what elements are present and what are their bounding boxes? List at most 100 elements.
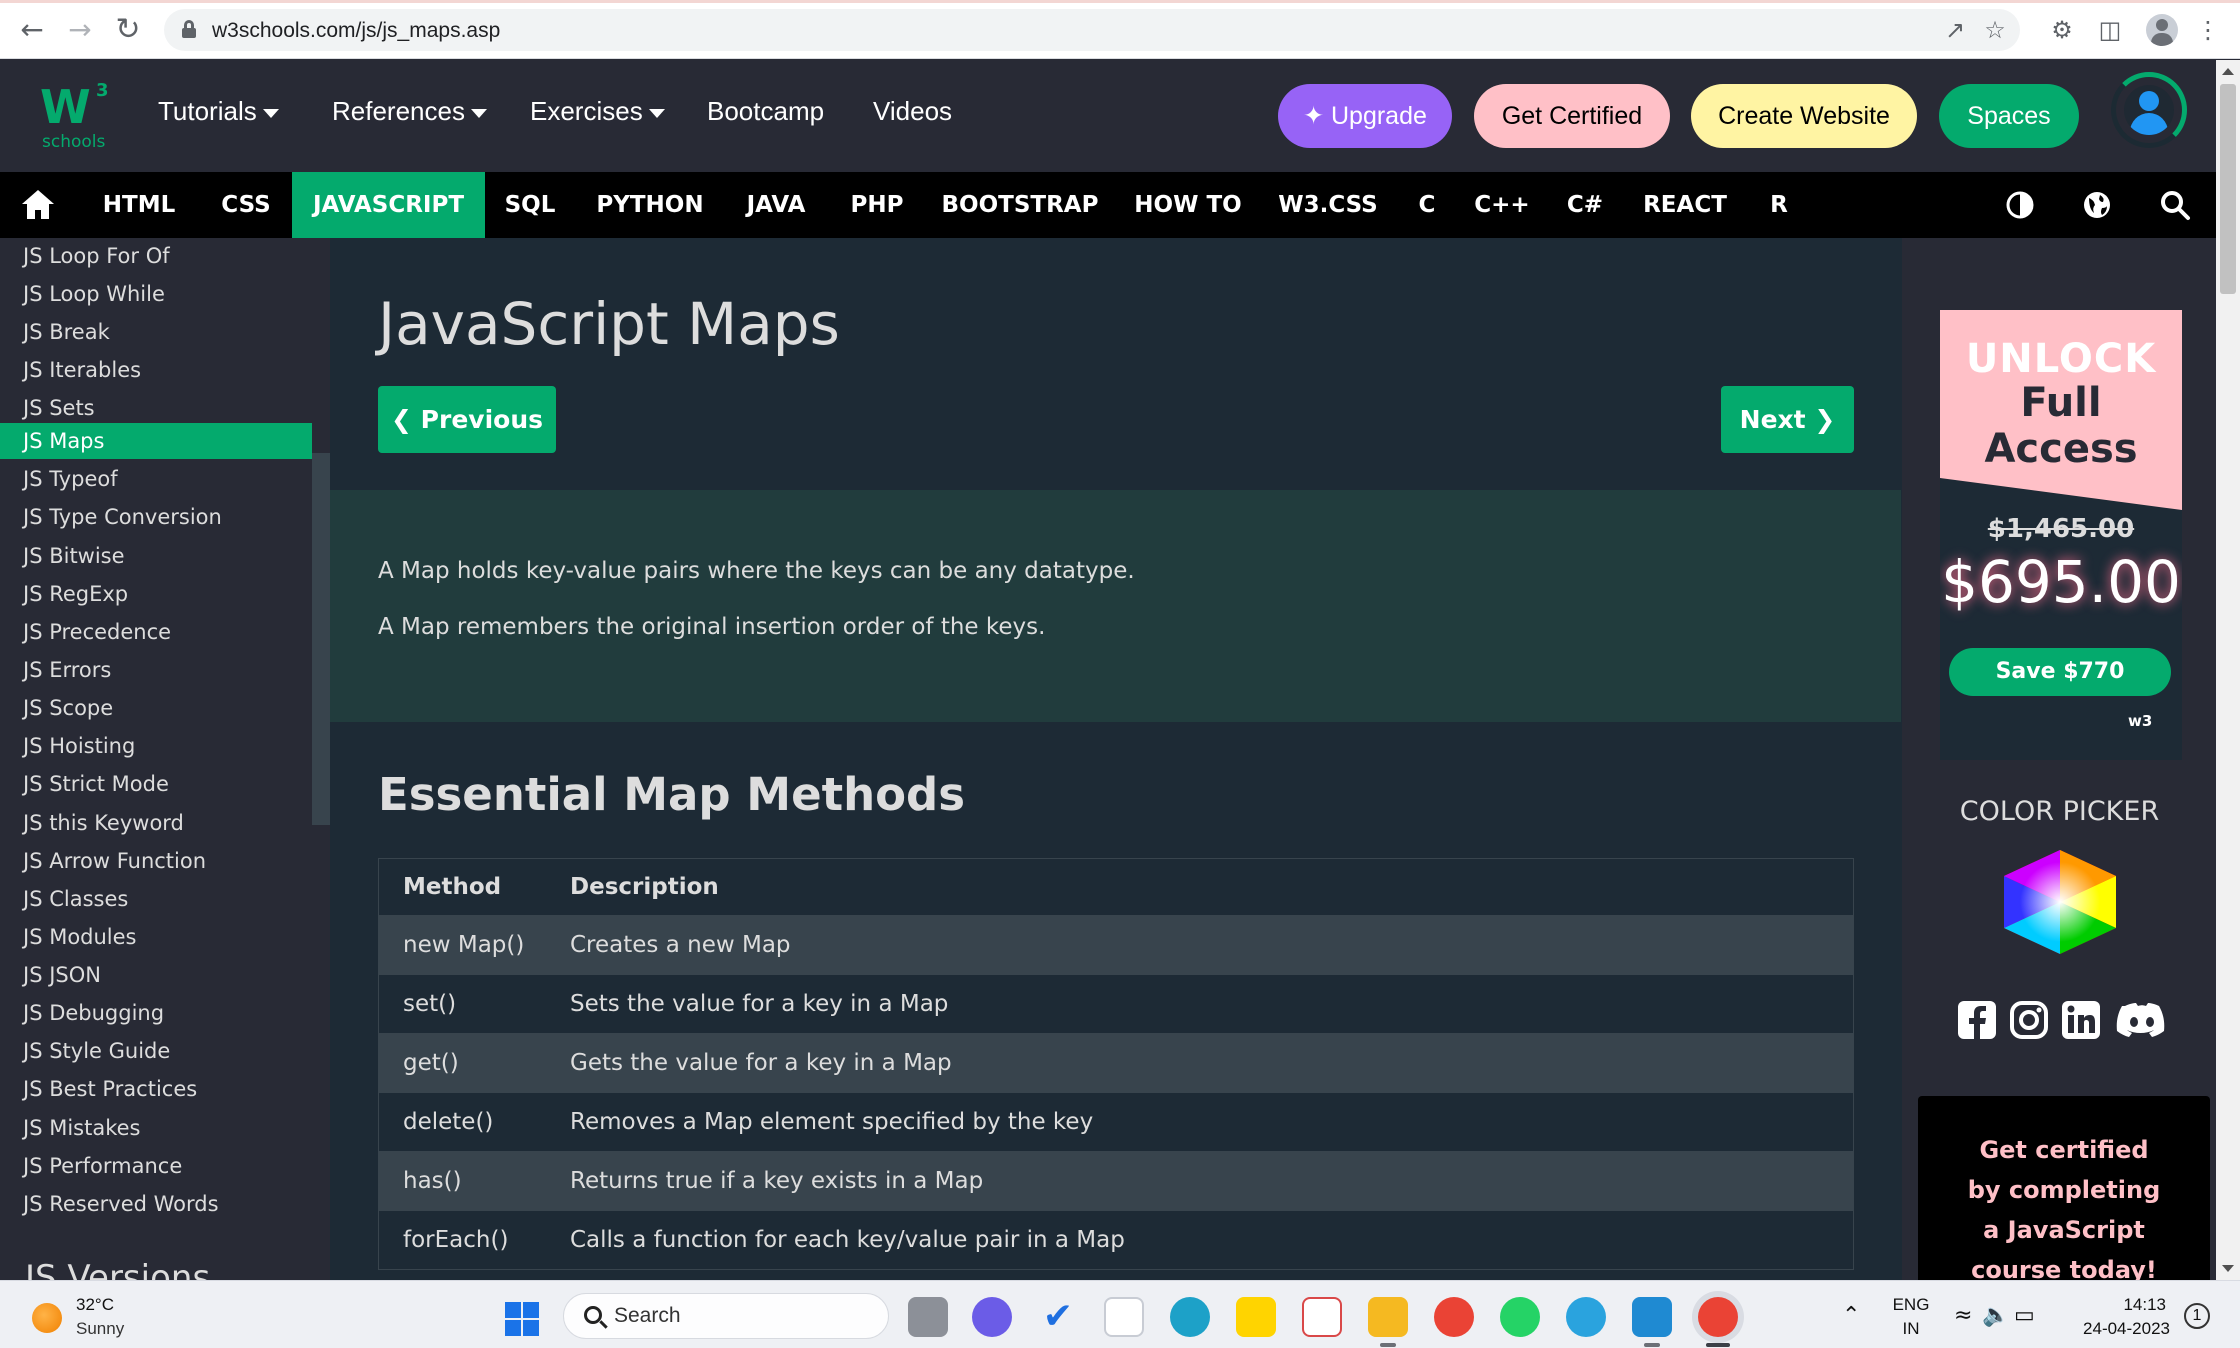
tab-java[interactable]: JAVA xyxy=(736,172,816,238)
w3schools-logo[interactable]: W 3 schools xyxy=(38,80,118,152)
forward-icon[interactable]: → xyxy=(64,14,96,46)
get-certified-button[interactable]: Get Certified xyxy=(1474,84,1670,148)
sidebar-item-style-guide[interactable]: JS Style Guide xyxy=(0,1033,312,1069)
vscode-icon[interactable] xyxy=(1632,1297,1672,1337)
chrome-profile-icon[interactable] xyxy=(1698,1297,1738,1337)
tab-react[interactable]: REACT xyxy=(1640,172,1730,238)
full-access-ad[interactable]: UNLOCK Full Access $1,465.00 $695.00 Sav… xyxy=(1940,310,2182,760)
tab-csharp[interactable]: C# xyxy=(1562,172,1608,238)
microsoft-store-icon[interactable] xyxy=(1104,1297,1144,1337)
sticky-notes-icon[interactable] xyxy=(1236,1297,1276,1337)
telegram-icon[interactable] xyxy=(1566,1297,1606,1337)
instagram-icon[interactable] xyxy=(2009,1000,2049,1040)
sidebar-item-bitwise[interactable]: JS Bitwise xyxy=(0,538,312,574)
input-region[interactable]: IN xyxy=(1890,1319,1932,1339)
browser-profile-avatar[interactable] xyxy=(2146,14,2178,46)
windows-start-icon[interactable] xyxy=(505,1302,539,1336)
task-view-icon[interactable] xyxy=(908,1297,948,1337)
reload-icon[interactable]: ↻ xyxy=(112,14,144,46)
linkedin-icon[interactable] xyxy=(2061,1000,2101,1040)
address-bar[interactable]: w3schools.com/js/js_maps.asp ↗ ☆ xyxy=(164,9,2020,51)
back-icon[interactable]: ← xyxy=(16,14,48,46)
sidebar-item-best-practices[interactable]: JS Best Practices xyxy=(0,1071,312,1107)
theme-toggle-icon[interactable] xyxy=(2003,188,2037,222)
sidebar-item-precedence[interactable]: JS Precedence xyxy=(0,614,312,650)
scroll-down-icon[interactable] xyxy=(2222,1265,2234,1272)
clock-date[interactable]: 24-04-2023 xyxy=(2066,1319,2170,1339)
sidebar-item-sets[interactable]: JS Sets xyxy=(0,390,312,426)
wifi-icon[interactable]: ≈ xyxy=(1954,1303,1972,1328)
sidebar-item-strict-mode[interactable]: JS Strict Mode xyxy=(0,766,312,802)
edge-browser-icon[interactable] xyxy=(1170,1297,1210,1337)
sidebar-item-json[interactable]: JS JSON xyxy=(0,957,312,993)
nav-bootcamp[interactable]: Bootcamp xyxy=(707,96,824,127)
clock-time[interactable]: 14:13 xyxy=(2066,1295,2166,1315)
url-text[interactable]: w3schools.com/js/js_maps.asp xyxy=(212,19,500,43)
battery-icon[interactable]: ▭ xyxy=(2014,1303,2035,1328)
next-button[interactable]: Next ❯ xyxy=(1721,386,1854,453)
notification-badge[interactable]: 1 xyxy=(2184,1303,2210,1329)
tab-html[interactable]: HTML xyxy=(84,172,194,238)
spaces-button[interactable]: Spaces xyxy=(1939,84,2079,148)
nav-videos[interactable]: Videos xyxy=(873,96,952,127)
nav-references[interactable]: References xyxy=(332,96,487,127)
upgrade-button[interactable]: ✦ Upgrade xyxy=(1278,84,1452,148)
sidebar-item-mistakes[interactable]: JS Mistakes xyxy=(0,1110,312,1146)
sidebar-item-debugging[interactable]: JS Debugging xyxy=(0,995,312,1031)
tab-css[interactable]: CSS xyxy=(200,172,292,238)
sidebar-item-maps[interactable]: JS Maps xyxy=(0,423,312,459)
nav-exercises[interactable]: Exercises xyxy=(530,96,665,127)
sidebar-item-hoisting[interactable]: JS Hoisting xyxy=(0,728,312,764)
tab-php[interactable]: PHP xyxy=(840,172,914,238)
sidebar-item-typeof[interactable]: JS Typeof xyxy=(0,461,312,497)
whatsapp-icon[interactable] xyxy=(1500,1297,1540,1337)
sidebar-item-classes[interactable]: JS Classes xyxy=(0,881,312,917)
tab-cpp[interactable]: C++ xyxy=(1474,172,1530,238)
tab-javascript[interactable]: JAVASCRIPT xyxy=(292,172,485,238)
search-icon[interactable] xyxy=(2158,188,2192,222)
side-panel-icon[interactable]: ◫ xyxy=(2094,14,2126,46)
tab-r[interactable]: R xyxy=(1764,172,1794,238)
sidebar-item-modules[interactable]: JS Modules xyxy=(0,919,312,955)
sidebar-item-arrow-function[interactable]: JS Arrow Function xyxy=(0,843,312,879)
weather-sun-icon[interactable] xyxy=(32,1303,62,1333)
lock-icon[interactable] xyxy=(182,20,196,38)
sidebar-item-iterables[interactable]: JS Iterables xyxy=(0,352,312,388)
teams-chat-icon[interactable] xyxy=(972,1297,1012,1337)
scroll-up-icon[interactable] xyxy=(2222,68,2234,75)
sidebar-item-loop-while[interactable]: JS Loop While xyxy=(0,276,312,312)
scrollbar-thumb[interactable] xyxy=(2220,84,2236,294)
sidebar-item-type-conversion[interactable]: JS Type Conversion xyxy=(0,499,312,535)
certification-promo[interactable]: Get certified by completing a JavaScript… xyxy=(1918,1096,2210,1280)
extensions-icon[interactable]: ⚙ xyxy=(2046,14,2078,46)
browser-menu-icon[interactable]: ⋮ xyxy=(2192,14,2224,46)
facebook-icon[interactable] xyxy=(1957,1000,1997,1040)
sidebar-item-regexp[interactable]: JS RegExp xyxy=(0,576,312,612)
create-website-button[interactable]: Create Website xyxy=(1691,84,1917,148)
globe-icon[interactable] xyxy=(2080,188,2114,222)
tab-how-to[interactable]: HOW TO xyxy=(1130,172,1246,238)
weather-description[interactable]: Sunny xyxy=(76,1319,124,1339)
taskbar-search[interactable]: Search xyxy=(563,1293,889,1339)
sidebar-item-performance[interactable]: JS Performance xyxy=(0,1148,312,1184)
sidebar-item-errors[interactable]: JS Errors xyxy=(0,652,312,688)
tab-sql[interactable]: SQL xyxy=(492,172,568,238)
input-language[interactable]: ENG xyxy=(1890,1295,1932,1315)
discord-icon[interactable] xyxy=(2115,1000,2169,1040)
tab-c[interactable]: C xyxy=(1412,172,1442,238)
sidebar-item-reserved-words[interactable]: JS Reserved Words xyxy=(0,1186,312,1222)
home-icon[interactable] xyxy=(22,190,54,220)
color-picker-wheel-icon[interactable] xyxy=(2004,850,2116,954)
tab-w3css[interactable]: W3.CSS xyxy=(1274,172,1382,238)
page-scrollbar[interactable] xyxy=(2216,60,2240,1280)
snipping-tool-icon[interactable] xyxy=(1302,1297,1342,1337)
chevron-up-icon[interactable]: ⌃ xyxy=(1842,1303,1860,1328)
tab-bootstrap[interactable]: BOOTSTRAP xyxy=(938,172,1102,238)
weather-temperature[interactable]: 32°C xyxy=(76,1295,114,1315)
todo-icon[interactable]: ✔ xyxy=(1038,1297,1078,1337)
sidebar-item-this-keyword[interactable]: JS this Keyword xyxy=(0,805,312,841)
bookmark-star-icon[interactable]: ☆ xyxy=(1980,17,2010,43)
sidebar-scrollbar[interactable] xyxy=(312,453,330,825)
tab-python[interactable]: PYTHON xyxy=(588,172,712,238)
chrome-icon[interactable] xyxy=(1434,1297,1474,1337)
